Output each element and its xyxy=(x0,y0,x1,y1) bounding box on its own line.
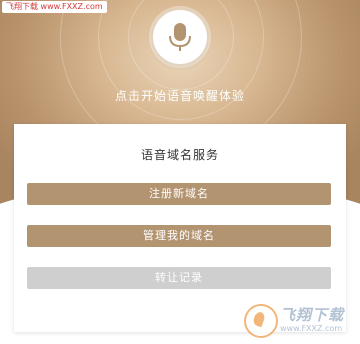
manage-domain-button[interactable]: 管理我的域名 xyxy=(27,225,331,247)
watermark-bottom: 飞翔下载 www.FXXZ.com xyxy=(244,296,356,340)
watermark-name: 飞翔下载 xyxy=(280,306,345,324)
voice-wake-hint: 点击开始语音唤醒体验 xyxy=(114,89,245,103)
watermark-top: 飞翔下载 www.FXXZ.com xyxy=(2,1,107,13)
fxxz-logo-icon xyxy=(244,304,278,338)
microphone-icon xyxy=(169,23,191,51)
card-title: 语音域名服务 xyxy=(140,148,219,162)
transfer-records-button[interactable]: 转让记录 xyxy=(27,267,331,289)
watermark-url: www.FXXZ.com xyxy=(280,324,343,333)
register-domain-button[interactable]: 注册新域名 xyxy=(27,183,331,205)
voice-wake-button[interactable] xyxy=(153,10,207,64)
